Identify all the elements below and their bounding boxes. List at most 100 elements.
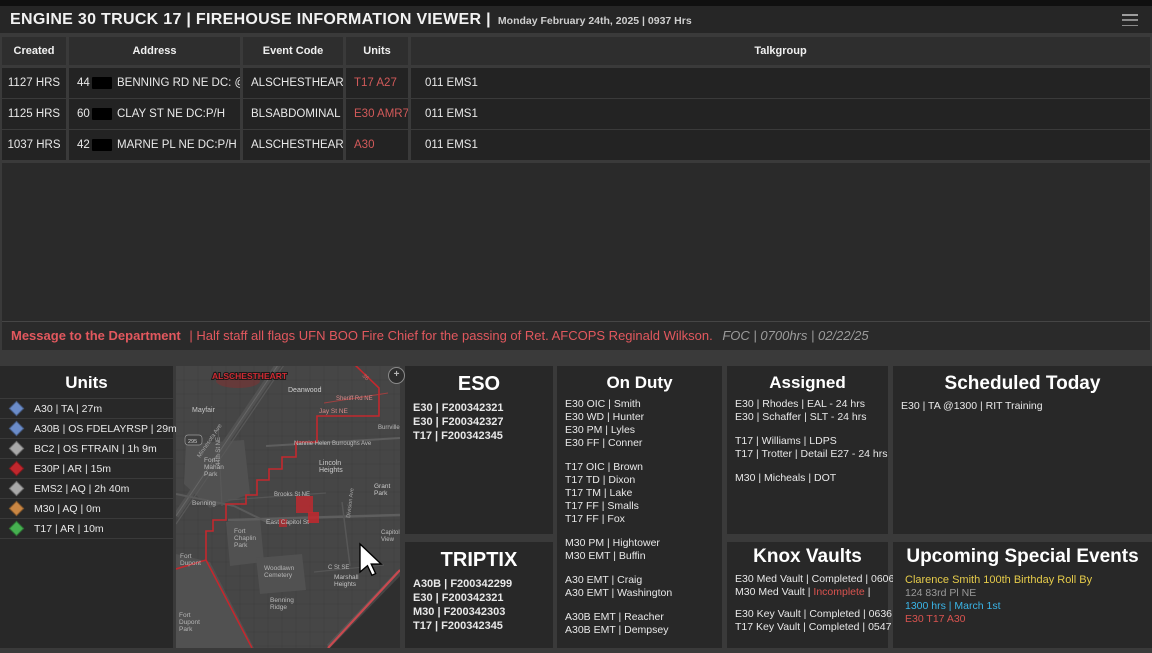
redaction-box (91, 76, 112, 89)
knox-vaults-panel-title: Knox Vaults (753, 546, 862, 567)
event-units: E30 T17 A30 (905, 613, 966, 625)
map-label: Nannie Helen Burroughs Ave (294, 441, 372, 447)
triptix-line: T17 | F200342345 (413, 620, 503, 632)
knox-line: E30 Med Vault | Completed | 0606 hrs (735, 573, 912, 586)
map-label: East Capitol St (266, 519, 309, 526)
scheduled-line: E30 | TA @1300 | RIT Training (901, 400, 1043, 412)
on-duty-line: A30B EMT | Dempsey (565, 624, 669, 636)
cell-address: 44 BENNING RD NE DC: @ (69, 68, 240, 98)
on-duty-line: E30 WD | Hunter (565, 411, 645, 423)
map-canvas: Deanwood Mayfair Sheriff Rd NE Jay St NE Bur… (173, 360, 401, 649)
triptix-line: A30B | F200342299 (413, 578, 513, 590)
triptix-panel-title: TRIPTIX (440, 549, 518, 571)
map[interactable]: + Deanwood Mayfair Sheriff Rd NE Jay St NE B… (173, 360, 405, 649)
assigned-line-group: T17 | Williams | LDPS T17 | Trotter | Det… (735, 435, 888, 461)
cell-talkgroup: 011 EMS1 (411, 130, 1150, 160)
eso-line: T17 | F200342345 (413, 430, 503, 442)
unit-status-label: BC2 | OS FTRAIN | 1h 9m (34, 442, 157, 455)
assigned-line: E30 | Rhodes | EAL - 24 hrs (735, 398, 865, 410)
unit-status-row: A30 | TA | 27m (0, 398, 173, 419)
on-duty-line: M30 EMT | Buffin (565, 550, 646, 562)
on-duty-line: T17 TD | Dixon (565, 474, 636, 486)
triptix-list: A30B | F200342299 E30 | F200342321 M30 | F… (405, 577, 553, 633)
unit-status-diamond-icon (8, 460, 25, 477)
knox-text: | (864, 586, 871, 598)
page-title: ENGINE 30 TRUCK 17 | FIREHOUSE INFORMATI… (10, 10, 491, 28)
map-event-label: ALSCHESTHEART (212, 371, 288, 381)
route-shield-295-label: 295 (188, 439, 197, 445)
special-event-item: Clarence Smith 100th Birthday Roll By 124… (893, 573, 1152, 626)
cell-talkgroup: 011 EMS1 (411, 99, 1150, 129)
table-row: 1125 HRS 60 CLAY ST NE DC:P/H BLSABDOMINAL… (0, 99, 1152, 129)
on-duty-line: T17 OIC | Brown (565, 461, 644, 473)
cell-talkgroup: 011 EMS1 (411, 68, 1150, 98)
map-label: C St SE (328, 565, 349, 571)
header-datetime: Monday February 24th, 2025 | 0937 Hrs (497, 15, 692, 27)
knox-line: E30 Key Vault | Completed | 0636 hrs (735, 608, 910, 621)
unit-status-diamond-icon (8, 520, 25, 537)
cell-event-code: BLSABDOMINAL (243, 99, 343, 129)
assigned-line: M30 | Micheals | DOT (735, 472, 837, 484)
on-duty-line-group: A30B EMT | Reacher A30B EMT | Dempsey (565, 611, 722, 637)
eso-list: E30 | F200342321 E30 | F200342327 T17 | F2… (405, 401, 553, 443)
cell-address: 60 CLAY ST NE DC:P/H (69, 99, 240, 129)
incidents-table: Created Address Event Code Units Talkgroup 1… (0, 37, 1152, 321)
on-duty-panel-title: On Duty (606, 373, 673, 392)
unit-status-diamond-icon (8, 500, 25, 517)
triptix-line: M30 | F200342303 (413, 606, 506, 618)
incident-marker (308, 512, 319, 523)
map-label: Sheriff Rd NE (336, 396, 373, 402)
on-duty-roster: E30 OIC | Smith E30 WD | Hunter E30 PM | L… (557, 398, 722, 637)
cell-units: A30 (346, 130, 408, 160)
cell-event-code: ALSCHESTHEART (243, 130, 343, 160)
knox-text: E30 Key Vault | Completed | 0636 hrs (735, 608, 910, 620)
on-duty-line-group: E30 OIC | Smith E30 WD | Hunter E30 PM | L… (565, 398, 722, 450)
incident-marker (296, 496, 313, 513)
unit-status-diamond-icon (8, 400, 25, 417)
knox-text: T17 Key Vault | Completed | 0547 hrs (735, 621, 909, 633)
assigned-line: T17 | Williams | LDPS (735, 435, 837, 447)
unit-status-label: A30 | TA | 27m (34, 402, 103, 415)
scheduled-today-panel: Scheduled Today E30 | TA @1300 | RIT Tra… (893, 366, 1152, 534)
app-root: ENGINE 30 TRUCK 17 | FIREHOUSE INFORMATI… (0, 0, 1152, 649)
upcoming-special-events-title: Upcoming Special Events (906, 546, 1139, 567)
assigned-line: E30 | Schaffer | SLT - 24 hrs (735, 411, 867, 423)
knox-line: M30 Med Vault | Incomplete | (735, 586, 888, 599)
unit-status-row: EMS2 | AQ | 2h 40m (0, 479, 173, 499)
department-message-bar: Message to the Department | Half staff a… (2, 321, 1150, 350)
message-label: Message to the Department (11, 328, 181, 343)
map-label: Lincoln Heights (319, 460, 343, 474)
on-duty-panel: On Duty E30 OIC | Smith E30 WD | Hunter E3… (557, 366, 722, 648)
cell-units: E30 AMR70 (346, 99, 408, 129)
cell-event-code: ALSCHESTHEART (243, 68, 343, 98)
unit-status-row: E30P | AR | 15m (0, 459, 173, 479)
unit-status-label: M30 | AQ | 0m (34, 502, 101, 515)
column-header-units: Units (346, 37, 408, 65)
knox-vaults-panel: Knox Vaults E30 Med Vault | Completed | … (727, 542, 912, 648)
unit-status-diamond-icon (8, 420, 25, 437)
on-duty-line: T17 FF | Fox (565, 513, 625, 525)
on-duty-line: E30 FF | Conner (565, 437, 643, 449)
knox-group: E30 Med Vault | Completed | 0606 hrs M30 … (735, 573, 912, 599)
incidents-table-empty-area (2, 163, 1150, 321)
cell-created: 1125 HRS (2, 99, 66, 129)
redaction-box (91, 138, 112, 151)
message-meta: FOC | 0700hrs | 02/22/25 (722, 328, 869, 343)
map-label: Jay St NE (319, 408, 349, 415)
on-duty-line: E30 PM | Lyles (565, 424, 636, 436)
knox-line: T17 Key Vault | Completed | 0547 hrs (735, 621, 909, 634)
cell-created: 1037 HRS (2, 130, 66, 160)
table-row: 1037 HRS 42 MARNE PL NE DC:P/H ALSCHESTHEA… (0, 130, 1152, 160)
event-datetime: 1300 hrs | March 1st (905, 600, 1001, 612)
event-address: 124 83rd Pl NE (905, 587, 977, 599)
on-duty-line: T17 TM | Lake (565, 487, 633, 499)
column-header-event-code: Event Code (243, 37, 343, 65)
hamburger-menu-icon[interactable] (1122, 14, 1138, 26)
title-bar: ENGINE 30 TRUCK 17 | FIREHOUSE INFORMATI… (0, 6, 1152, 33)
triptix-panel: TRIPTIX A30B | F200342299 E30 | F20034232… (405, 542, 553, 648)
unit-status-label: EMS2 | AQ | 2h 40m (34, 482, 130, 495)
map-label: Burrville (378, 425, 400, 431)
map-home-button[interactable]: + (388, 367, 405, 384)
on-duty-line: A30 EMT | Washington (565, 587, 673, 599)
cell-address: 42 MARNE PL NE DC:P/H (69, 130, 240, 160)
